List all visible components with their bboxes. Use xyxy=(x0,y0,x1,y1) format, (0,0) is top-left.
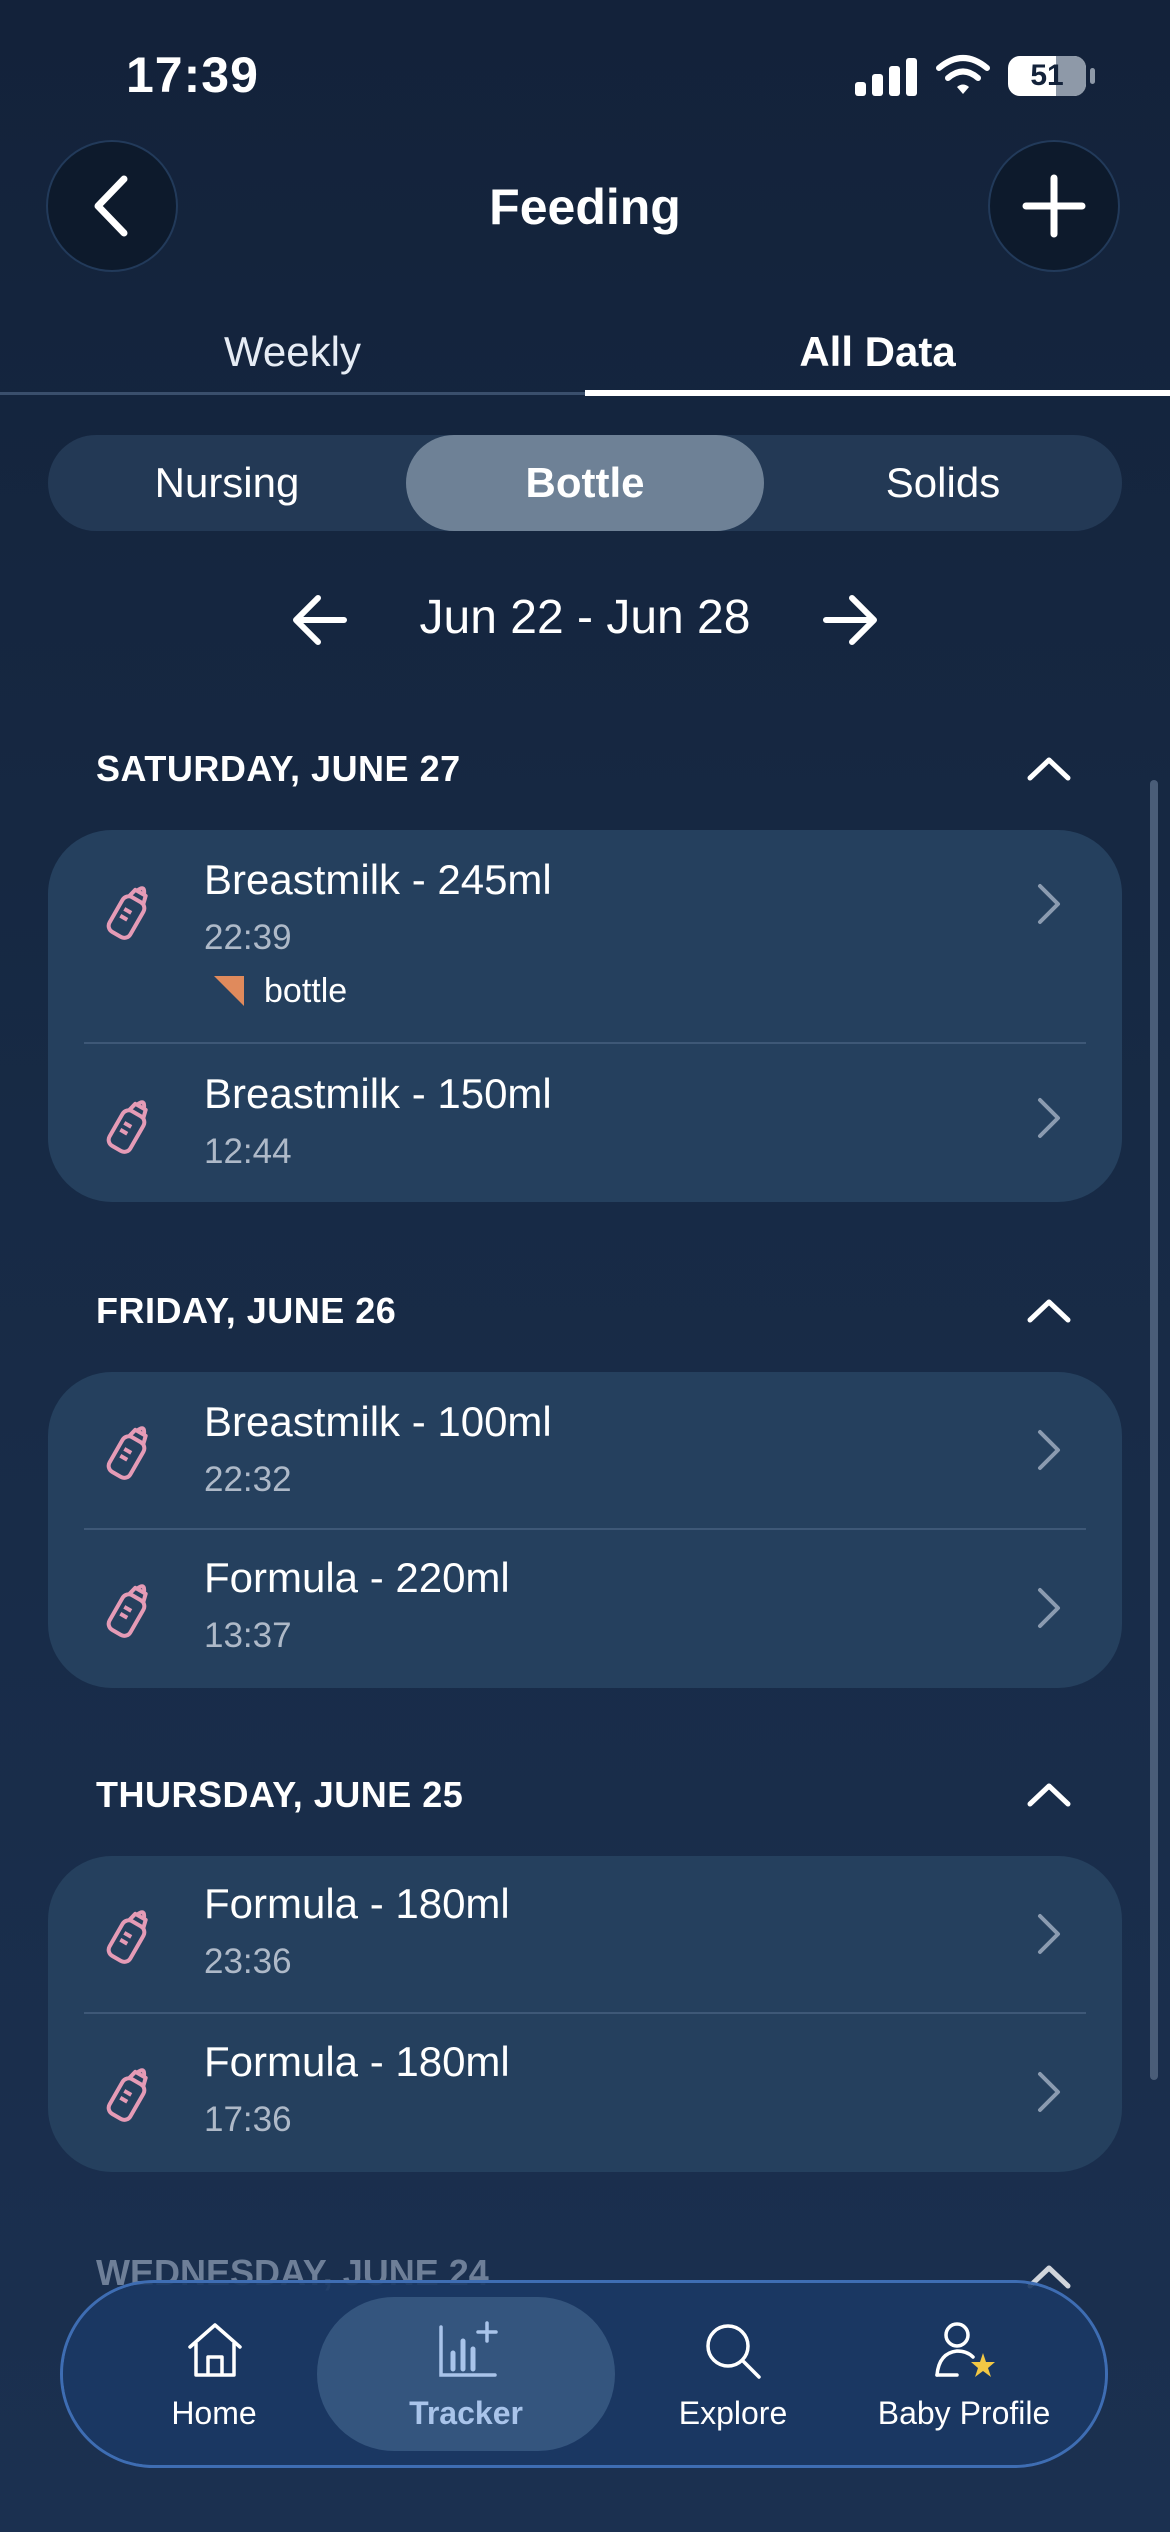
chevron-right-icon xyxy=(1038,1588,1060,1628)
entry-title: Formula - 220ml xyxy=(204,1554,510,1601)
chart-plus-icon xyxy=(439,2321,498,2377)
wifi-icon xyxy=(936,55,990,94)
date-range-navigator: Jun 22 - Jun 28 xyxy=(0,580,1170,660)
plus-icon xyxy=(1022,174,1086,238)
feeding-entry[interactable]: Breastmilk - 100ml 22:32 xyxy=(48,1372,1122,1528)
entry-time: 17:36 xyxy=(204,2100,292,2139)
baby-bottle-icon xyxy=(106,1426,148,1480)
chevron-right-icon xyxy=(1038,1430,1060,1470)
feeding-entry[interactable]: Formula - 180ml 17:36 xyxy=(48,2014,1122,2172)
day-entries-card: Breastmilk - 100ml 22:32 Formula - 220ml… xyxy=(48,1372,1122,1688)
status-bar: 17:39 51 xyxy=(0,0,1170,150)
entry-time: 13:37 xyxy=(204,1616,292,1655)
nav-label: Explore xyxy=(678,2395,788,2431)
day-header: THURSDAY, JUNE 25 xyxy=(96,1774,464,1815)
next-week-arrow-icon[interactable] xyxy=(820,590,880,650)
baby-bottle-icon xyxy=(106,1100,148,1154)
baby-bottle-icon xyxy=(106,886,148,940)
tab-weekly[interactable]: Weekly xyxy=(0,318,585,394)
entry-title: Formula - 180ml xyxy=(204,1880,510,1927)
day-entries-card: Breastmilk - 245ml 22:39 bottle Breastmi… xyxy=(48,830,1122,1202)
nav-label: Baby Profile xyxy=(877,2395,1051,2431)
scrollbar[interactable] xyxy=(1150,780,1158,2080)
bottom-navigation-bar: Home Tracker Explore Baby Profile xyxy=(63,2283,1105,2465)
entry-note: bottle xyxy=(264,972,348,1010)
chevron-right-icon xyxy=(1038,884,1060,924)
baby-profile-icon xyxy=(935,2322,995,2377)
battery-icon: 51 xyxy=(1008,56,1086,96)
home-icon xyxy=(188,2323,242,2377)
day-header: SATURDAY, JUNE 27 xyxy=(96,748,461,789)
baby-bottle-icon xyxy=(106,1584,148,1638)
chevron-right-icon xyxy=(1038,1098,1060,1138)
note-flag-icon xyxy=(214,976,244,1006)
status-time: 17:39 xyxy=(126,47,259,103)
entry-time: 23:36 xyxy=(204,1942,292,1981)
entry-title: Breastmilk - 150ml xyxy=(204,1070,552,1117)
nav-label: Tracker xyxy=(409,2395,523,2431)
baby-bottle-icon xyxy=(106,1910,148,1964)
day-entries-card: Formula - 180ml 23:36 Formula - 180ml 17… xyxy=(48,1856,1122,2172)
feeding-type-segmented-control: Nursing Bottle Solids xyxy=(48,435,1122,531)
feeding-entry[interactable]: Breastmilk - 245ml 22:39 bottle xyxy=(48,830,1122,1042)
day-header: FRIDAY, JUNE 26 xyxy=(96,1290,397,1331)
segment-solids[interactable]: Solids xyxy=(764,435,1122,531)
cellular-signal-icon xyxy=(855,58,917,96)
date-range-label: Jun 22 - Jun 28 xyxy=(419,591,751,644)
feeding-entry[interactable]: Breastmilk - 150ml 12:44 xyxy=(48,1044,1122,1202)
nav-label: Home xyxy=(171,2395,257,2431)
nav-item-explore[interactable]: Explore xyxy=(623,2283,843,2465)
entry-title: Formula - 180ml xyxy=(204,2038,510,2085)
feeding-entry[interactable]: Formula - 220ml 13:37 xyxy=(48,1530,1122,1688)
chevron-right-icon xyxy=(1038,2072,1060,2112)
chevron-up-icon[interactable] xyxy=(1026,754,1072,784)
entry-time: 12:44 xyxy=(204,1132,292,1171)
segment-nursing[interactable]: Nursing xyxy=(48,435,406,531)
chevron-right-icon xyxy=(1038,1914,1060,1954)
view-tabs: Weekly All Data xyxy=(0,318,1170,398)
battery-level: 51 xyxy=(1030,59,1064,92)
entry-title: Breastmilk - 245ml xyxy=(204,856,552,903)
segment-bottle[interactable]: Bottle xyxy=(406,435,764,531)
nav-item-baby-profile[interactable]: Baby Profile xyxy=(843,2283,1085,2465)
add-entry-button[interactable] xyxy=(990,142,1118,270)
nav-item-tracker[interactable]: Tracker xyxy=(317,2283,615,2465)
search-icon xyxy=(706,2324,761,2379)
tab-active-indicator xyxy=(585,390,1170,396)
nav-item-home[interactable]: Home xyxy=(103,2283,325,2465)
entry-title: Breastmilk - 100ml xyxy=(204,1398,552,1445)
entry-time: 22:39 xyxy=(204,918,292,957)
battery-cap xyxy=(1090,68,1095,84)
entry-time: 22:32 xyxy=(204,1460,292,1499)
feeding-entry[interactable]: Formula - 180ml 23:36 xyxy=(48,1856,1122,2012)
chevron-up-icon[interactable] xyxy=(1026,1296,1072,1326)
tab-all-data[interactable]: All Data xyxy=(585,318,1170,394)
chevron-up-icon[interactable] xyxy=(1026,1780,1072,1810)
baby-bottle-icon xyxy=(106,2068,148,2122)
